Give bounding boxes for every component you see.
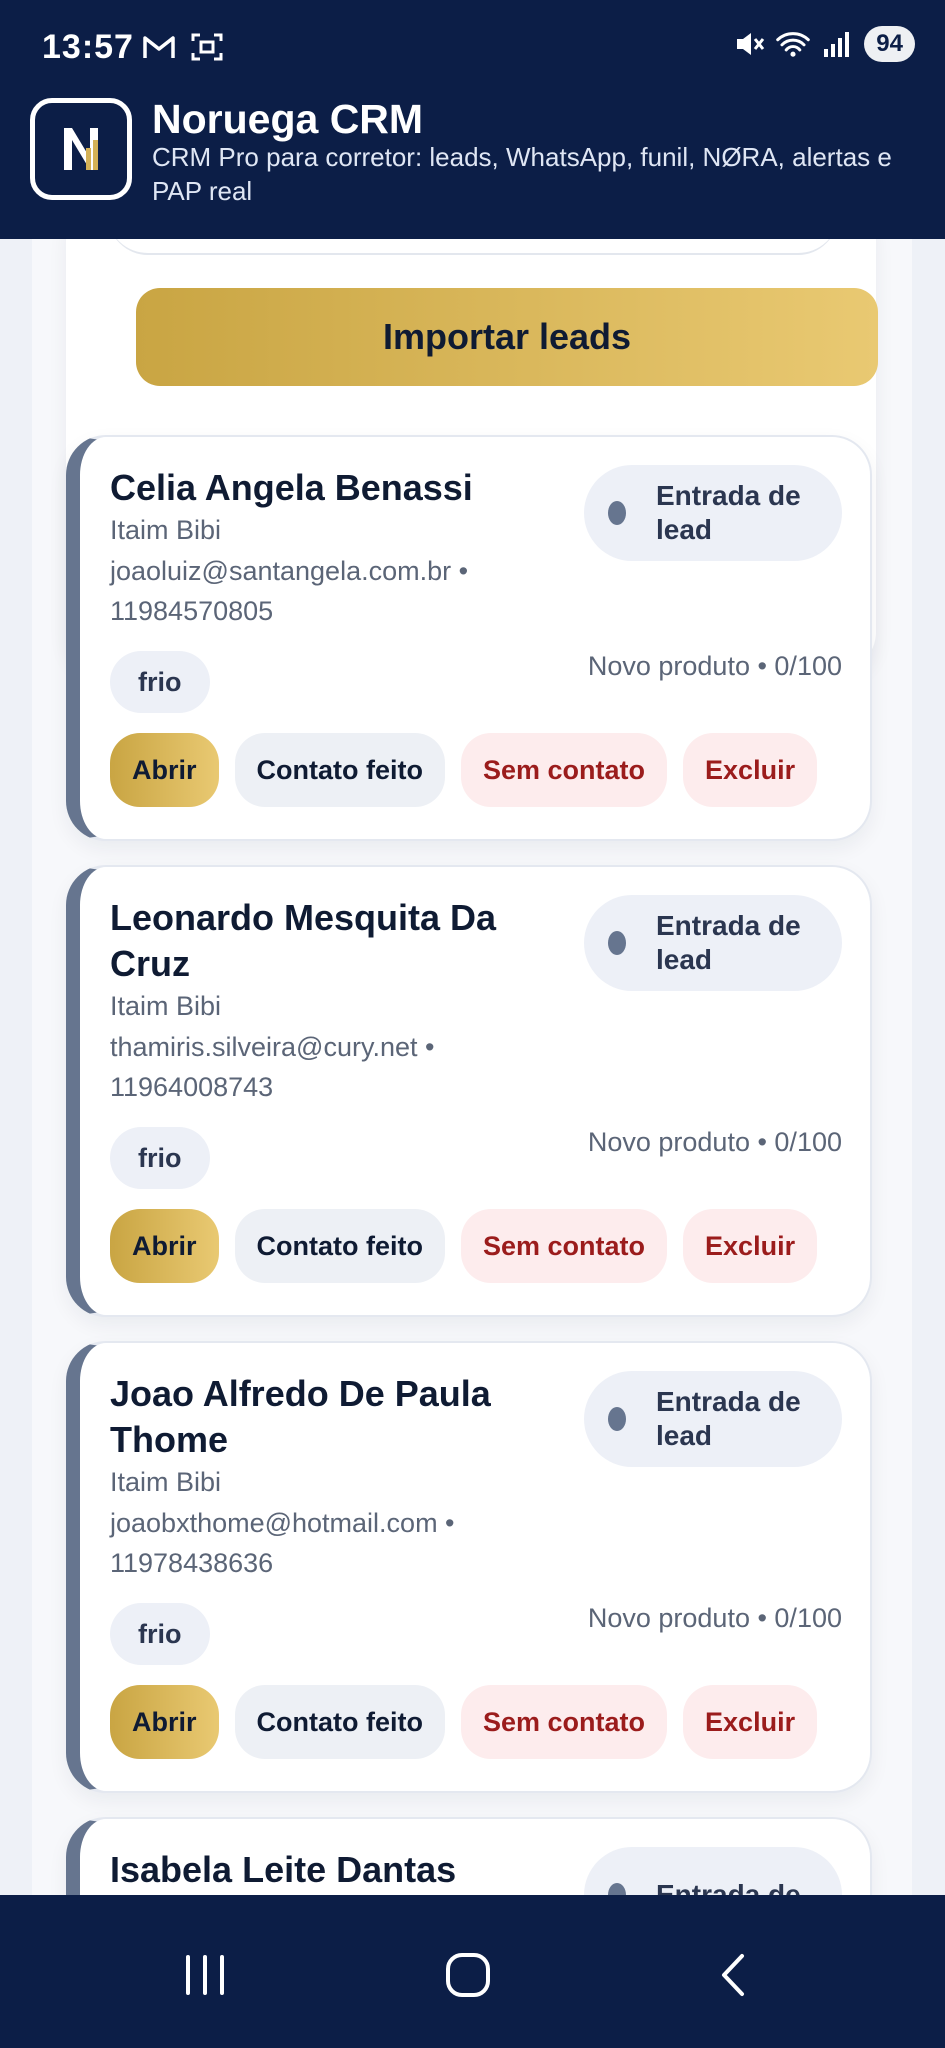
delete-button[interactable]: Excluir	[683, 1685, 818, 1759]
stage-label: Entrada de	[656, 1879, 801, 1895]
open-button[interactable]: Abrir	[110, 1685, 219, 1759]
no-contact-button[interactable]: Sem contato	[461, 733, 668, 807]
stage-badge[interactable]: Entrada de lead	[584, 895, 842, 991]
back-button[interactable]	[694, 1935, 774, 2015]
stage-badge[interactable]: Entrada de lead	[584, 1371, 842, 1467]
stage-label: Entrada de lead	[656, 910, 801, 975]
lead-contact: joaobxthome@hotmail.com • 11978438636	[110, 1508, 455, 1578]
recent-apps-button[interactable]	[165, 1935, 245, 2015]
lead-name[interactable]: Celia Angela Benassi	[110, 465, 540, 511]
no-contact-button[interactable]: Sem contato	[461, 1209, 668, 1283]
lead-name[interactable]: Isabela Leite Dantas	[110, 1847, 610, 1893]
lead-region: Itaim Bibi	[110, 991, 222, 1021]
contacted-button[interactable]: Contato feito	[234, 1209, 445, 1283]
stage-dot-icon	[608, 931, 626, 955]
battery-level: 94	[864, 26, 915, 62]
app-subtitle: CRM Pro para corretor: leads, WhatsApp, …	[152, 142, 892, 206]
home-button[interactable]	[428, 1935, 508, 2015]
contacted-button[interactable]: Contato feito	[234, 733, 445, 807]
stage-dot-icon	[608, 1883, 626, 1895]
import-leads-button[interactable]: Importar leads	[136, 288, 878, 386]
lead-card[interactable]: Joao Alfredo De Paula Thome Itaim Bibi j…	[66, 1341, 872, 1793]
filter-field-partial[interactable]	[108, 239, 838, 255]
lead-card[interactable]: Celia Angela Benassi Itaim Bibi joaoluiz…	[66, 435, 872, 841]
temperature-tag: frio	[110, 651, 210, 713]
gmail-icon	[142, 30, 176, 64]
mute-icon	[732, 27, 766, 61]
stage-badge[interactable]: Entrada de	[584, 1847, 842, 1895]
stage-badge[interactable]: Entrada de lead	[584, 465, 842, 561]
product-progress: Novo produto • 0/100	[587, 651, 842, 681]
home-icon	[446, 1953, 490, 1997]
lead-card[interactable]: Leonardo Mesquita Da Cruz Itaim Bibi tha…	[66, 865, 872, 1317]
app-logo	[30, 98, 132, 200]
stage-label: Entrada de lead	[656, 1386, 801, 1451]
lead-contact: thamiris.silveira@cury.net • 11964008743	[110, 1032, 435, 1102]
temperature-tag: frio	[110, 1603, 210, 1665]
lead-card[interactable]: Isabela Leite Dantas Entrada de	[66, 1817, 872, 1895]
lead-name[interactable]: Leonardo Mesquita Da Cruz	[110, 895, 540, 987]
lead-region: Itaim Bibi	[110, 515, 222, 545]
contacted-button[interactable]: Contato feito	[234, 1685, 445, 1759]
logo-mark	[64, 128, 98, 170]
open-button[interactable]: Abrir	[110, 1209, 219, 1283]
product-progress: Novo produto • 0/100	[587, 1127, 842, 1157]
signal-icon	[820, 27, 854, 61]
stage-dot-icon	[608, 1407, 626, 1431]
app-header: Noruega CRM CRM Pro para corretor: leads…	[0, 96, 945, 239]
back-icon	[722, 1954, 744, 1996]
main-content: Importar leads Celia Angela Benassi Itai…	[32, 239, 912, 1895]
delete-button[interactable]: Excluir	[683, 733, 818, 807]
status-bar: 13:57 94	[0, 0, 945, 96]
system-nav-bar	[0, 1895, 945, 2048]
open-button[interactable]: Abrir	[110, 733, 219, 807]
wifi-icon	[776, 27, 811, 61]
lead-region: Itaim Bibi	[110, 1467, 222, 1497]
temperature-tag: frio	[110, 1127, 210, 1189]
stage-label: Entrada de lead	[656, 480, 801, 545]
product-progress: Novo produto • 0/100	[587, 1603, 842, 1633]
lead-contact: joaoluiz@santangela.com.br • 11984570805	[110, 556, 469, 626]
delete-button[interactable]: Excluir	[683, 1209, 818, 1283]
stage-dot-icon	[608, 501, 626, 525]
screenshot-icon	[190, 30, 224, 64]
lead-name[interactable]: Joao Alfredo De Paula Thome	[110, 1371, 540, 1463]
recent-apps-icon	[186, 1955, 224, 1995]
no-contact-button[interactable]: Sem contato	[461, 1685, 668, 1759]
status-time: 13:57	[42, 28, 134, 66]
app-title: Noruega CRM	[152, 96, 424, 142]
